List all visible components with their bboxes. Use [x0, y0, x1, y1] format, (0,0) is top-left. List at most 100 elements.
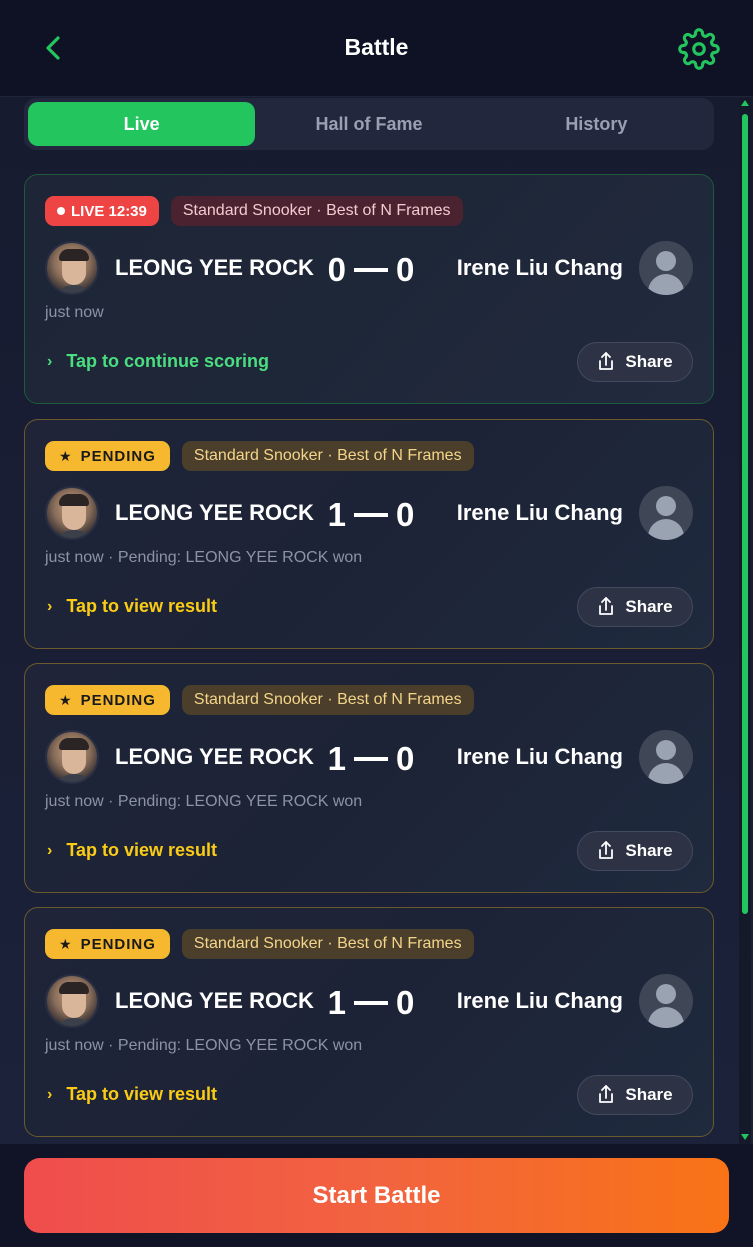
avatar: [45, 241, 99, 295]
chevron-right-icon: ›: [47, 1085, 53, 1103]
pending-badge-label: PENDING: [80, 447, 156, 465]
action-label: Tap to view result: [66, 596, 218, 616]
star-icon: ★: [59, 935, 73, 952]
battle-card[interactable]: ★ PENDING Standard Snooker · Best of N F…: [24, 419, 714, 649]
player-right: Irene Liu Chang: [457, 730, 693, 784]
default-avatar-icon: [639, 974, 693, 1028]
share-label: Share: [625, 1085, 673, 1104]
battle-list[interactable]: Live Hall of Fame History LIVE 12:39 Sta…: [0, 98, 753, 1144]
share-icon: [599, 841, 614, 859]
share-label: Share: [625, 841, 673, 860]
scroll-up-icon[interactable]: [741, 100, 749, 106]
pending-badge-label: PENDING: [80, 691, 156, 709]
chevron-right-icon: ›: [47, 597, 53, 615]
settings-button[interactable]: [678, 28, 720, 70]
action-label: Tap to view result: [66, 840, 218, 860]
player-right-name: Irene Liu Chang: [456, 744, 623, 769]
score-right: 0: [396, 496, 415, 533]
score-left: 1: [327, 984, 346, 1021]
pending-badge: ★ PENDING: [45, 685, 170, 715]
scoreline: 1 0: [321, 984, 421, 1022]
player-left-name: LEONG YEE ROCK: [115, 500, 314, 525]
share-button[interactable]: Share: [577, 831, 693, 871]
format-badge: Standard Snooker · Best of N Frames: [181, 441, 474, 471]
player-left-name: LEONG YEE ROCK: [115, 255, 314, 280]
star-icon: ★: [59, 447, 73, 464]
player-left: LEONG YEE ROCK: [45, 486, 314, 540]
gear-icon: [678, 28, 720, 70]
view-result-link[interactable]: › Tap to view result: [47, 1084, 217, 1105]
pending-badge: ★ PENDING: [45, 441, 170, 471]
share-button[interactable]: Share: [577, 587, 693, 627]
avatar: [45, 486, 99, 540]
player-right-name: Irene Liu Chang: [456, 500, 623, 525]
battle-card[interactable]: ★ PENDING Standard Snooker · Best of N F…: [24, 907, 714, 1137]
battle-meta: just now: [45, 304, 104, 321]
player-right: Irene Liu Chang: [457, 974, 693, 1028]
score-right: 0: [396, 740, 415, 777]
battle-meta: just now · Pending: LEONG YEE ROCK won: [45, 549, 363, 566]
battle-screen: Battle Live Hall of Fame History LIVE 12…: [0, 0, 753, 1247]
battle-card[interactable]: ★ PENDING Standard Snooker · Best of N F…: [24, 663, 714, 893]
continue-scoring-link[interactable]: › Tap to continue scoring: [47, 351, 269, 372]
player-right: Irene Liu Chang: [457, 486, 693, 540]
tab-history[interactable]: History: [483, 102, 710, 146]
battle-card[interactable]: LIVE 12:39 Standard Snooker · Best of N …: [24, 174, 714, 404]
page-title: Battle: [344, 34, 409, 60]
badge-row: ★ PENDING Standard Snooker · Best of N F…: [45, 441, 474, 471]
score-left: 1: [327, 740, 346, 777]
scoreline: 0 0: [321, 251, 421, 289]
format-badge: Standard Snooker · Best of N Frames: [181, 929, 474, 959]
score-left: 0: [327, 251, 346, 288]
avatar: [45, 730, 99, 784]
scrollbar-thumb[interactable]: [742, 114, 748, 914]
bottom-bar: Start Battle: [0, 1144, 753, 1247]
action-label: Tap to continue scoring: [66, 351, 269, 371]
pending-badge: ★ PENDING: [45, 929, 170, 959]
live-badge: LIVE 12:39: [45, 196, 159, 226]
share-button[interactable]: Share: [577, 1075, 693, 1115]
tab-bar: Live Hall of Fame History: [24, 98, 714, 150]
score-separator: [354, 268, 388, 272]
share-label: Share: [625, 352, 673, 371]
star-icon: ★: [59, 691, 73, 708]
player-right-name: Irene Liu Chang: [456, 255, 623, 280]
player-left: LEONG YEE ROCK: [45, 730, 314, 784]
default-avatar-icon: [639, 486, 693, 540]
scroll-down-icon[interactable]: [741, 1134, 749, 1140]
tab-hall-of-fame[interactable]: Hall of Fame: [255, 102, 482, 146]
player-left-name: LEONG YEE ROCK: [115, 988, 314, 1013]
score-separator: [354, 1001, 388, 1005]
share-icon: [599, 352, 614, 370]
battle-meta: just now · Pending: LEONG YEE ROCK won: [45, 793, 363, 810]
header: Battle: [0, 0, 753, 97]
format-badge: Standard Snooker · Best of N Frames: [181, 685, 474, 715]
pending-badge-label: PENDING: [80, 935, 156, 953]
view-result-link[interactable]: › Tap to view result: [47, 840, 217, 861]
chevron-right-icon: ›: [47, 352, 53, 370]
player-left-name: LEONG YEE ROCK: [115, 744, 314, 769]
share-label: Share: [625, 597, 673, 616]
default-avatar-icon: [639, 730, 693, 784]
format-badge: Standard Snooker · Best of N Frames: [170, 196, 463, 226]
player-right-name: Irene Liu Chang: [456, 988, 623, 1013]
live-dot-icon: [57, 207, 65, 215]
action-label: Tap to view result: [66, 1084, 218, 1104]
score-left: 1: [327, 496, 346, 533]
badge-row: LIVE 12:39 Standard Snooker · Best of N …: [45, 196, 463, 226]
avatar: [45, 974, 99, 1028]
share-icon: [599, 597, 614, 615]
view-result-link[interactable]: › Tap to view result: [47, 596, 217, 617]
score-separator: [354, 513, 388, 517]
scrollbar[interactable]: [739, 98, 751, 1144]
default-avatar-icon: [639, 241, 693, 295]
scoreline: 1 0: [321, 740, 421, 778]
score-separator: [354, 757, 388, 761]
score-right: 0: [396, 984, 415, 1021]
tab-live[interactable]: Live: [28, 102, 256, 146]
battle-meta: just now · Pending: LEONG YEE ROCK won: [45, 1037, 363, 1054]
badge-row: ★ PENDING Standard Snooker · Best of N F…: [45, 685, 474, 715]
start-battle-button[interactable]: Start Battle: [24, 1158, 729, 1233]
player-right: Irene Liu Chang: [457, 241, 693, 295]
share-button[interactable]: Share: [577, 342, 693, 382]
